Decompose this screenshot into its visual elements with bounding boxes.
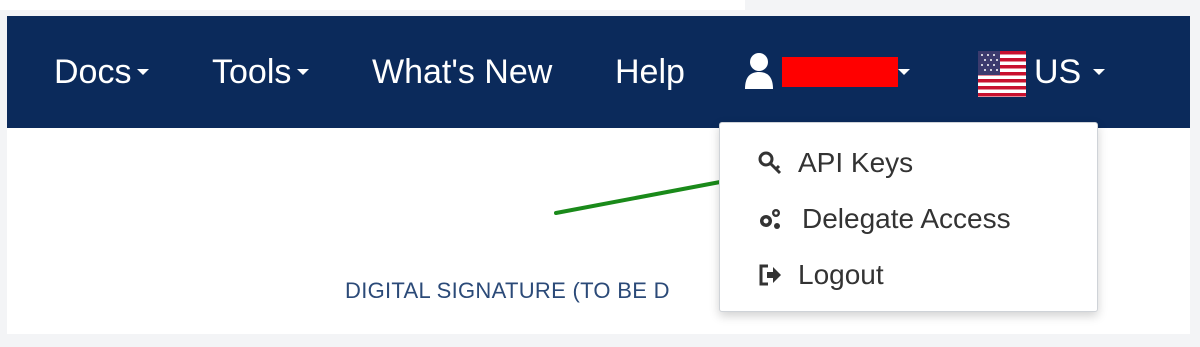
us-flag-icon[interactable] bbox=[978, 51, 1026, 97]
sign-out-icon bbox=[759, 264, 781, 286]
chevron-down-icon bbox=[1093, 69, 1106, 76]
dropdown-item-label: API Keys bbox=[798, 147, 914, 178]
top-strip-highlight bbox=[0, 0, 745, 10]
nav-help-label: Help bbox=[615, 53, 685, 91]
user-icon[interactable] bbox=[744, 52, 774, 90]
nav-docs[interactable]: Docs bbox=[54, 16, 150, 128]
nav-whats-new-label: What's New bbox=[372, 53, 553, 91]
user-dropdown-menu: API Keys Delegate Access Logout bbox=[719, 122, 1098, 312]
nav-whats-new[interactable]: What's New bbox=[372, 16, 552, 128]
chevron-down-icon bbox=[898, 69, 910, 76]
redacted-username bbox=[782, 57, 898, 87]
chevron-down-icon bbox=[297, 69, 310, 76]
nav-help[interactable]: Help bbox=[615, 16, 685, 128]
digital-signature-heading: DIGITAL SIGNATURE (TO BE D bbox=[345, 278, 670, 303]
nav-locale[interactable]: US bbox=[1034, 16, 1106, 128]
nav-locale-label: US bbox=[1034, 53, 1082, 91]
cogs-icon bbox=[760, 209, 780, 229]
dropdown-item-label: Delegate Access bbox=[802, 203, 1011, 234]
top-strip bbox=[0, 0, 1200, 16]
nav-docs-label: Docs bbox=[54, 53, 132, 91]
key-icon bbox=[758, 151, 782, 175]
nav-tools-label: Tools bbox=[212, 53, 292, 91]
nav-tools[interactable]: Tools bbox=[212, 16, 310, 128]
dropdown-item-label: Logout bbox=[798, 259, 884, 290]
chevron-down-icon bbox=[137, 69, 150, 76]
